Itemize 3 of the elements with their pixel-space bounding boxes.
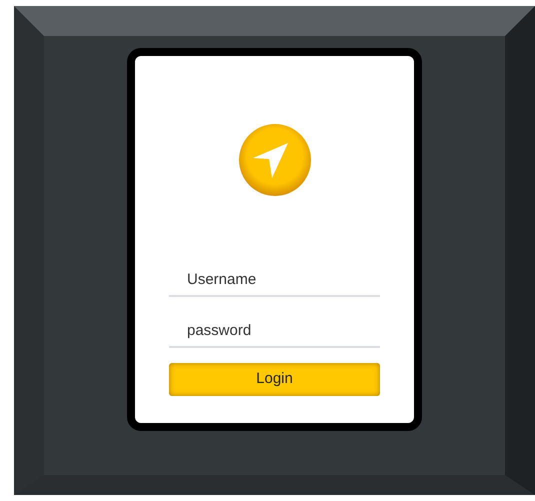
login-button[interactable]: Login: [169, 363, 380, 396]
password-field[interactable]: password: [169, 314, 380, 348]
username-field[interactable]: Username: [169, 263, 380, 297]
